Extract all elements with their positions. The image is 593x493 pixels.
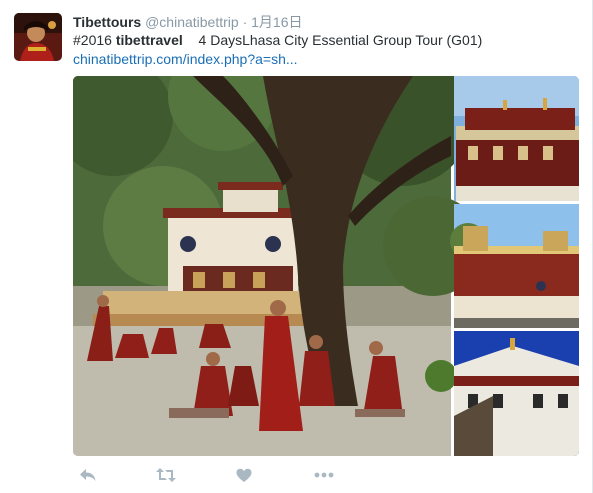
author-handle[interactable]: @chinatibettrip [145,14,239,30]
tweet-body: 4 DaysLhasa City Essential Group Tour (G… [198,32,483,48]
thumbnail-photo-3[interactable] [454,331,579,456]
thumbnail-photo-1[interactable] [454,76,579,201]
avatar[interactable] [14,13,62,61]
timestamp[interactable]: 1月16日 [251,14,302,30]
reply-button[interactable] [75,462,101,488]
tweet-text: #2016 tibettravel 4 DaysLhasa City Essen… [73,31,482,69]
media-grid [73,76,579,456]
thumbnail-photo-2[interactable] [450,204,579,328]
more-button[interactable] [311,462,337,488]
author-name[interactable]: Tibettours [73,14,141,30]
retweet-button[interactable] [153,462,179,488]
tweet-header: Tibettours @chinatibettrip · 1月16日 [73,12,303,32]
retweet-icon [156,468,176,482]
hashtag-2016[interactable]: #2016 [73,32,112,48]
like-button[interactable] [231,462,257,488]
separator-dot: · [242,14,248,30]
hashtag-tibettravel[interactable]: tibettravel [116,32,183,48]
tweet-link[interactable]: chinatibettrip.com/index.php?a=sh... [73,51,298,67]
tweet: Tibettours @chinatibettrip · 1月16日 #2016… [0,0,593,493]
reply-icon [80,469,96,481]
main-photo[interactable] [73,76,483,456]
more-icon [314,472,334,478]
like-icon [236,468,252,482]
